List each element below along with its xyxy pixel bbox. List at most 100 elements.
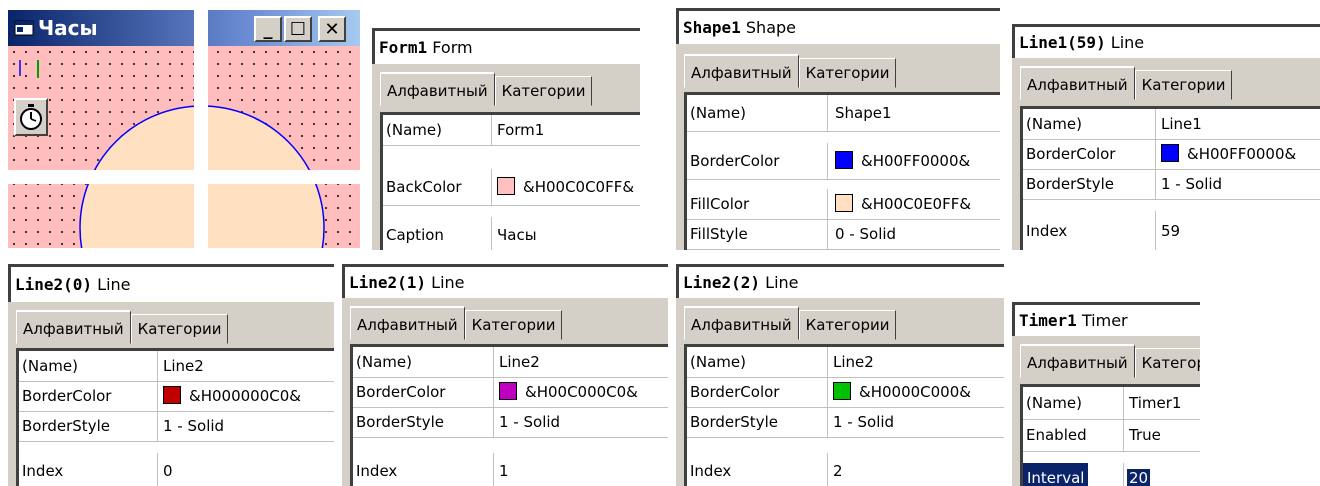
tab-categories[interactable]: Категории xyxy=(798,310,897,340)
property-value[interactable]: 0 xyxy=(163,453,173,486)
title-bar[interactable]: Часы _ ☐ ✕ xyxy=(8,10,360,46)
object-selector[interactable]: Timer1 Timer xyxy=(1012,302,1200,336)
property-row[interactable]: Enabled True xyxy=(1023,419,1200,452)
property-row[interactable]: (Name) Line2 xyxy=(687,347,1004,378)
screenshot-gap xyxy=(19,443,334,453)
minimize-button[interactable]: _ xyxy=(254,16,282,42)
object-type: Form xyxy=(432,38,473,57)
property-value[interactable]: 2 xyxy=(833,453,843,486)
property-value[interactable]: Line2 xyxy=(499,347,540,377)
property-value[interactable]: &H00C0E0FF& xyxy=(861,195,971,213)
property-value[interactable]: Line2 xyxy=(163,351,204,381)
tab-strip: АлфавитныйКатегории xyxy=(1020,344,1200,378)
color-swatch xyxy=(835,151,853,169)
property-row[interactable]: Index 59 xyxy=(1023,211,1320,250)
object-selector[interactable]: Line2(1) Line xyxy=(342,264,668,298)
property-name: (Name) xyxy=(386,121,442,139)
close-button[interactable]: ✕ xyxy=(318,16,346,42)
property-value[interactable]: 1 - Solid xyxy=(833,407,894,437)
property-row[interactable]: BorderColor &H00C000C0& xyxy=(353,377,668,408)
property-row[interactable]: Index 0 xyxy=(19,453,334,486)
property-row[interactable]: BorderStyle 1 - Solid xyxy=(687,407,1004,438)
property-row[interactable]: Caption Часы xyxy=(383,217,640,250)
property-row[interactable]: (Name) Line2 xyxy=(353,347,668,378)
object-type: Line xyxy=(1110,33,1145,52)
property-row[interactable]: BorderStyle 1 - Solid xyxy=(1023,169,1320,200)
property-value[interactable]: 0 - Solid xyxy=(835,219,896,249)
property-value[interactable]: Часы xyxy=(497,217,537,250)
property-value[interactable]: Line2 xyxy=(833,347,874,377)
property-value[interactable]: &H00FF0000& xyxy=(1187,145,1296,163)
object-name: Line2(0) xyxy=(15,275,93,294)
tab-strip: АлфавитныйКатегории xyxy=(684,306,897,340)
property-value[interactable]: True xyxy=(1129,419,1161,451)
tab-categories[interactable]: Категории xyxy=(1134,70,1233,100)
property-value[interactable]: &H00FF0000& xyxy=(861,152,970,170)
property-row[interactable]: (Name) Line1 xyxy=(1023,109,1320,140)
property-value[interactable]: &H000000C0& xyxy=(189,387,301,405)
property-value[interactable]: 1 xyxy=(499,453,509,486)
property-row[interactable]: FillColor &H00C0E0FF& xyxy=(687,189,1000,220)
tab-alphabetic[interactable]: Алфавитный xyxy=(684,306,799,340)
tab-alphabetic[interactable]: Алфавитный xyxy=(1020,66,1135,100)
tab-alphabetic[interactable]: Алфавитный xyxy=(380,72,495,106)
tab-categories[interactable]: Категории xyxy=(494,76,593,106)
property-value[interactable]: 1 - Solid xyxy=(499,407,560,437)
object-name: Form1 xyxy=(379,38,428,57)
property-value[interactable]: &H00C0C0FF& xyxy=(523,178,634,196)
tab-categories[interactable]: Категории xyxy=(1134,348,1200,378)
property-row[interactable]: BorderColor &H0000C000& xyxy=(687,377,1004,408)
object-name: Shape1 xyxy=(683,18,741,37)
property-value[interactable]: 1 - Solid xyxy=(163,411,224,441)
property-name: BackColor xyxy=(386,178,462,196)
properties-panel-line1: Line1(59) Line Алфавитный Категории (Name… xyxy=(1012,24,1320,250)
object-selector[interactable]: Line2(2) Line xyxy=(676,264,1004,298)
object-selector[interactable]: Form1 Form xyxy=(372,28,640,64)
timer-control[interactable] xyxy=(14,98,48,136)
property-row[interactable]: BorderColor &H00FF0000& xyxy=(687,143,1000,180)
property-row[interactable]: (Name) Form1 xyxy=(383,115,640,146)
property-row[interactable]: (Name) Line2 xyxy=(19,351,334,382)
property-grid: (Name) Line1 BorderColor &H00FF0000& Bor… xyxy=(1020,106,1320,250)
property-row[interactable]: BorderColor &H000000C0& xyxy=(19,381,334,412)
property-row[interactable]: (Name) Shape1 xyxy=(687,95,1000,132)
tab-alphabetic[interactable]: Алфавитный xyxy=(16,310,131,344)
tab-alphabetic[interactable]: Алфавитный xyxy=(684,54,799,88)
property-row[interactable]: Index 1 xyxy=(353,453,668,486)
tab-categories[interactable]: Категории xyxy=(798,58,897,88)
property-value[interactable]: Line1 xyxy=(1161,109,1202,139)
property-row[interactable]: Index 2 xyxy=(687,453,1004,486)
property-name: (Name) xyxy=(22,357,78,375)
tab-alphabetic[interactable]: Алфавитный xyxy=(1020,344,1135,378)
clock-shape[interactable] xyxy=(8,46,360,248)
tab-alphabetic[interactable]: Алфавитный xyxy=(350,306,465,340)
tab-categories[interactable]: Категории xyxy=(130,314,229,344)
screenshot-gap xyxy=(0,170,362,184)
property-row[interactable]: BackColor &H00C0C0FF& xyxy=(383,169,640,206)
property-value[interactable]: Timer1 xyxy=(1129,387,1181,419)
property-value[interactable]: 59 xyxy=(1161,211,1180,250)
object-type: Line xyxy=(765,273,799,292)
property-value[interactable]: Form1 xyxy=(497,115,544,145)
property-name: Index xyxy=(1026,222,1068,240)
object-selector[interactable]: Line2(0) Line xyxy=(8,264,334,302)
object-selector[interactable]: Shape1 Shape xyxy=(676,8,1000,44)
property-row[interactable]: FillStyle 0 - Solid xyxy=(687,219,1000,250)
object-selector[interactable]: Line1(59) Line xyxy=(1012,24,1320,58)
color-swatch xyxy=(1161,144,1179,162)
maximize-button[interactable]: ☐ xyxy=(284,16,312,42)
property-value[interactable]: &H00C000C0& xyxy=(525,383,638,401)
property-value[interactable]: 1 - Solid xyxy=(1161,169,1222,199)
property-row[interactable]: BorderColor &H00FF0000& xyxy=(1023,139,1320,170)
property-row-selected[interactable]: Interval 20 xyxy=(1023,463,1200,486)
property-row[interactable]: (Name) Timer1 xyxy=(1023,387,1200,420)
property-value[interactable]: Shape1 xyxy=(835,95,892,131)
tab-categories[interactable]: Категории xyxy=(464,310,563,340)
property-value[interactable]: 20 xyxy=(1127,469,1151,486)
property-name: BorderColor xyxy=(690,152,780,170)
property-row[interactable]: BorderStyle 1 - Solid xyxy=(353,407,668,438)
properties-panel-form1: Form1 Form Алфавитный Категории (Name) Fo… xyxy=(372,28,640,250)
property-name: (Name) xyxy=(356,353,412,371)
property-row[interactable]: BorderStyle 1 - Solid xyxy=(19,411,334,442)
property-value[interactable]: &H0000C000& xyxy=(859,383,971,401)
